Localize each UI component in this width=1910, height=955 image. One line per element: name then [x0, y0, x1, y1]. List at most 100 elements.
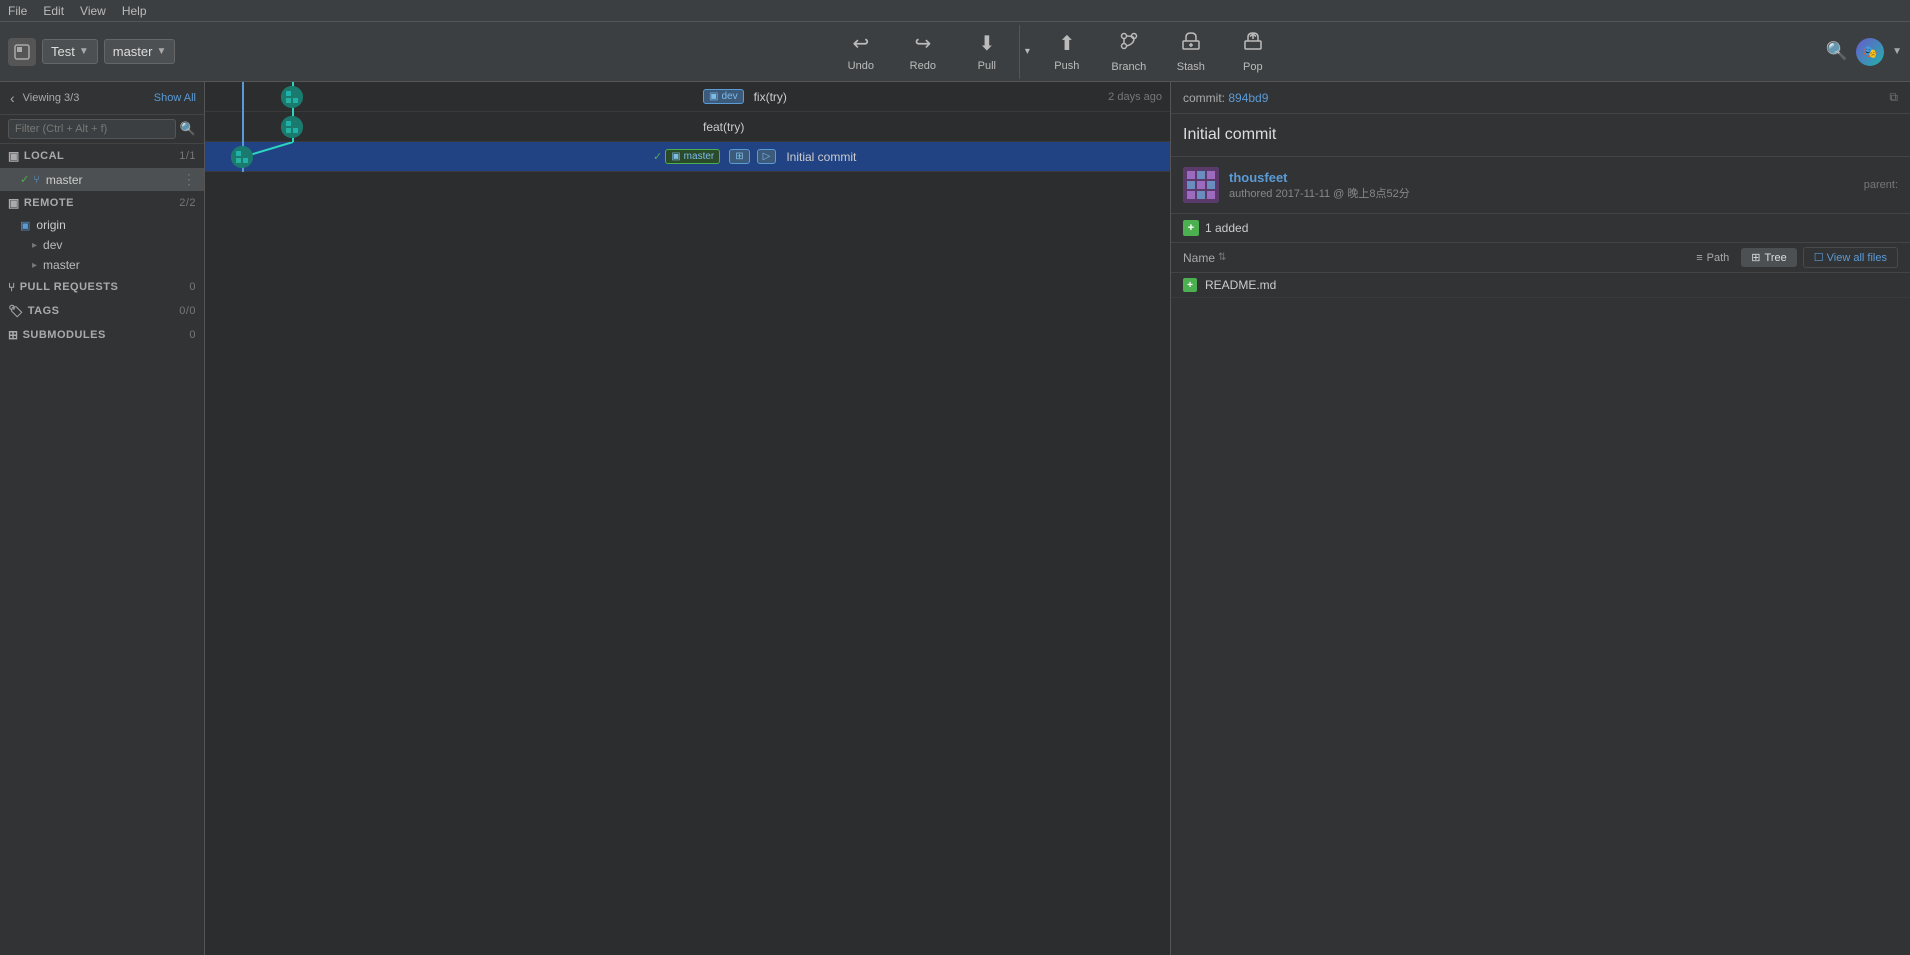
branch-name: master — [113, 44, 153, 59]
menu-file[interactable]: File — [8, 4, 27, 18]
pull-button[interactable]: ⬇ Pull ▾ — [955, 25, 1035, 79]
commit-message-3: Initial commit — [786, 150, 856, 164]
undo-button[interactable]: ↩ Undo — [831, 25, 891, 79]
remote-dev-item[interactable]: ▸ dev — [0, 235, 204, 255]
redo-label: Redo — [910, 60, 936, 72]
local-icon: ▣ — [8, 149, 20, 163]
redo-icon: ↪ — [914, 31, 931, 56]
pr-count: 0 — [189, 281, 196, 293]
commit-message-1: fix(try) — [754, 90, 787, 104]
branch-name-master: master — [46, 173, 83, 187]
branch-tag-origin-master: ▷ — [757, 149, 777, 164]
repo-dropdown-arrow: ▼ — [79, 46, 89, 57]
redo-button[interactable]: ↪ Redo — [893, 25, 953, 79]
undo-label: Undo — [848, 60, 874, 72]
path-tab[interactable]: ≡ Path — [1686, 249, 1739, 267]
pull-icon: ⬇ — [978, 31, 995, 56]
view-all-files-button[interactable]: ☐ View all files — [1803, 247, 1898, 268]
submodules-count: 0 — [189, 329, 196, 341]
branch-label: Branch — [1111, 61, 1146, 73]
branch-selector[interactable]: master ▼ — [104, 39, 176, 64]
avatar: 🎭 — [1856, 38, 1884, 66]
filter-search-icon[interactable]: 🔍 — [180, 121, 196, 137]
name-column-header[interactable]: Name ⇅ — [1183, 251, 1226, 265]
file-row-readme[interactable]: + README.md — [1171, 273, 1910, 298]
show-all-link[interactable]: Show All — [154, 92, 196, 104]
remote-master-item[interactable]: ▸ master — [0, 255, 204, 275]
repo-name: Test — [51, 44, 75, 59]
menu-help[interactable]: Help — [122, 4, 147, 18]
right-panel-header: commit: 894bd9 ⧉ — [1171, 82, 1910, 114]
added-badge: + 1 added — [1171, 214, 1910, 243]
push-label: Push — [1054, 60, 1079, 72]
branch-icon — [1119, 31, 1139, 57]
commit-row-1[interactable]: ▣ dev fix(try) 2 days ago — [205, 82, 1170, 112]
added-count: 1 added — [1205, 221, 1248, 235]
view-all-checkbox: ☐ — [1814, 252, 1824, 264]
tree-tab[interactable]: ⊞ Tree — [1741, 248, 1796, 267]
graph-area: ▣ dev fix(try) 2 days ago — [205, 82, 1170, 955]
remote-branch-icon-master: ▸ — [32, 260, 37, 271]
viewing-label: Viewing 3/3 — [23, 92, 80, 104]
tags-header[interactable]: 🏷 TAGS 0/0 — [0, 299, 204, 323]
commit-timestamp-1: 2 days ago — [1108, 91, 1162, 103]
toolbar-center: ↩ Undo ↪ Redo ⬇ Pull ▾ ⬆ Push — [288, 25, 1826, 79]
pull-arrow[interactable]: ▾ — [1019, 25, 1035, 79]
file-name-readme: README.md — [1205, 278, 1276, 292]
name-label: Name — [1183, 251, 1215, 265]
tag-icon-master-r: ⊞ — [735, 151, 743, 162]
more-options-icon[interactable]: ⋮ — [182, 171, 196, 188]
stash-button[interactable]: Stash — [1161, 25, 1221, 79]
commit-row-3[interactable]: ✓ ▣ master ⊞ ▷ Initial commit — [205, 142, 1170, 172]
path-icon: ≡ — [1696, 252, 1702, 264]
tag-label-master: master — [684, 151, 715, 162]
commit-avatar-2 — [281, 116, 303, 138]
menu-edit[interactable]: Edit — [43, 4, 64, 18]
branch-button[interactable]: Branch — [1099, 25, 1159, 79]
remote-section-header[interactable]: ▣ REMOTE 2/2 — [0, 191, 204, 215]
undo-icon: ↩ — [852, 31, 869, 56]
local-label: LOCAL — [24, 150, 64, 162]
account-dropdown-arrow[interactable]: ▼ — [1892, 46, 1902, 57]
push-button[interactable]: ⬆ Push — [1037, 25, 1097, 79]
sort-icon: ⇅ — [1218, 252, 1226, 263]
path-label: Path — [1707, 252, 1730, 264]
copy-icon[interactable]: ⧉ — [1889, 90, 1898, 105]
branch-tag-master-remote: ⊞ — [729, 149, 749, 164]
tag-icon-origin: ▷ — [763, 151, 771, 162]
tags-label: TAGS — [28, 305, 60, 317]
toolbar-right: 🔍 🎭 ▼ — [1826, 38, 1902, 66]
sidebar-top: ‹ Viewing 3/3 Show All — [0, 82, 204, 115]
graph-line-1 — [213, 82, 413, 112]
stash-icon — [1181, 31, 1201, 57]
commit-avatar-1 — [281, 86, 303, 108]
pull-main: ⬇ Pull — [955, 31, 1019, 72]
tags-count: 0/0 — [179, 305, 196, 317]
pop-button[interactable]: Pop — [1223, 25, 1283, 79]
pr-label: PULL REQUESTS — [20, 281, 119, 293]
repo-icon — [8, 38, 36, 66]
local-section-header[interactable]: ▣ LOCAL 1/1 — [0, 144, 204, 168]
branch-type-icon: ⑂ — [33, 174, 40, 186]
commit-row-2[interactable]: feat(try) — [205, 112, 1170, 142]
tree-label: Tree — [1765, 252, 1787, 264]
origin-item[interactable]: ▣ origin — [0, 215, 204, 235]
pull-requests-header[interactable]: ⑂ PULL REQUESTS 0 — [0, 275, 204, 299]
filter-input[interactable] — [8, 119, 176, 139]
origin-icon: ▣ — [20, 219, 30, 232]
commit-avatar-3 — [231, 146, 253, 168]
branch-item-master-local[interactable]: ✓ ⑂ master ⋮ — [0, 168, 204, 191]
tag-icon-dev: ▣ — [709, 91, 718, 102]
graph-line-2 — [213, 112, 413, 142]
view-tabs: ≡ Path ⊞ Tree ☐ View all files — [1686, 247, 1898, 268]
author-row: thousfeet authored 2017-11-11 @ 晚上8点52分 … — [1171, 157, 1910, 214]
pop-icon — [1243, 31, 1263, 57]
back-button[interactable]: ‹ — [8, 88, 17, 108]
submodules-header[interactable]: ⊞ SUBMODULES 0 — [0, 323, 204, 347]
tags-icon: 🏷 — [8, 304, 24, 318]
stash-label: Stash — [1177, 61, 1205, 73]
search-icon[interactable]: 🔍 — [1826, 41, 1848, 62]
filter-bar: 🔍 — [0, 115, 204, 144]
repo-selector[interactable]: Test ▼ — [42, 39, 98, 64]
menu-view[interactable]: View — [80, 4, 106, 18]
